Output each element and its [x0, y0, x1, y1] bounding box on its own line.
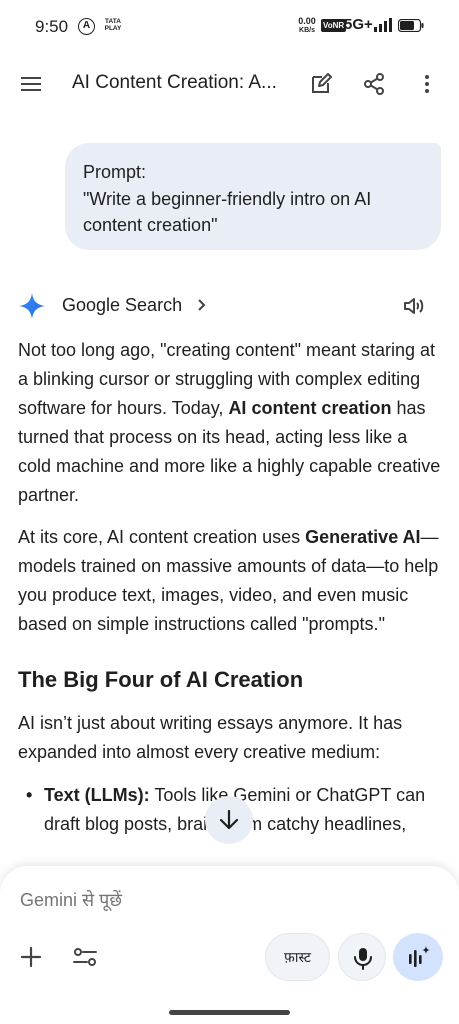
mic-icon: [354, 948, 372, 970]
response-header: Google Search: [0, 286, 459, 326]
menu-icon[interactable]: [19, 72, 43, 96]
status-time: 9:50: [35, 17, 69, 36]
speed-value: 0.00: [298, 16, 316, 26]
volte-badge: VoNR: [321, 19, 347, 32]
status-bar: 9:50 A TATA PLAY 0.00 KB/s VoNR 5G+: [0, 0, 459, 52]
google-search-source[interactable]: Google Search: [62, 295, 182, 316]
response-paragraph-3: AI isn’t just about writing essays anymo…: [18, 713, 403, 762]
section-heading: The Big Four of AI Creation: [18, 667, 304, 693]
user-prompt-bubble[interactable]: Prompt: "Write a beginner-friendly intro…: [65, 143, 441, 250]
battery-icon: [398, 19, 424, 32]
arrow-down-icon: [219, 809, 239, 830]
network-speed: 0.00 KB/s: [296, 17, 318, 35]
response-paragraph-2: At its core, AI content creation uses Ge…: [18, 523, 443, 639]
tools-icon[interactable]: [72, 945, 98, 969]
scroll-to-bottom-button[interactable]: [205, 796, 253, 844]
p1-bold: AI content creation: [228, 397, 392, 418]
chevron-right-icon[interactable]: [194, 297, 210, 313]
home-indicator[interactable]: [169, 1010, 290, 1015]
prompt-line-3: content creation": [83, 215, 218, 235]
tataplay-icon: TATA PLAY: [103, 18, 123, 32]
tataplay-line2: PLAY: [104, 25, 122, 32]
share-icon[interactable]: [362, 72, 386, 96]
network-type: 5G+: [344, 16, 373, 33]
app-bar: AI Content Creation: A...: [0, 52, 459, 116]
add-icon[interactable]: [19, 945, 43, 969]
composer: फ़ास्ट: [0, 866, 459, 1024]
p2-text-a: At its core, AI content creation uses: [18, 527, 306, 548]
speed-unit: KB/s: [299, 27, 315, 34]
signal-icon: [374, 18, 392, 32]
mode-selector-button[interactable]: फ़ास्ट: [265, 933, 330, 981]
prompt-line-2: "Write a beginner-friendly intro on AI: [83, 188, 372, 209]
tataplay-line1: TATA: [105, 18, 121, 25]
response-body: Not too long ago, "creating content" mea…: [18, 336, 443, 839]
p2-bold: Generative AI: [305, 527, 421, 548]
prompt-input[interactable]: [20, 890, 420, 911]
mic-button[interactable]: [338, 933, 386, 981]
live-icon: [409, 946, 430, 967]
carrier-app-icon: A: [78, 18, 95, 35]
gemini-spark-icon: [19, 293, 45, 319]
live-button[interactable]: [393, 933, 443, 981]
edit-icon[interactable]: [309, 72, 333, 96]
more-vert-icon[interactable]: [415, 72, 439, 96]
conversation-title[interactable]: AI Content Creation: A...: [72, 72, 287, 94]
bullet-1-bold: Text (LLMs):: [44, 784, 150, 805]
speaker-icon[interactable]: [402, 294, 426, 318]
response-paragraph-1: Not too long ago, "creating content" mea…: [18, 336, 443, 509]
prompt-line-1: Prompt:: [83, 162, 147, 182]
